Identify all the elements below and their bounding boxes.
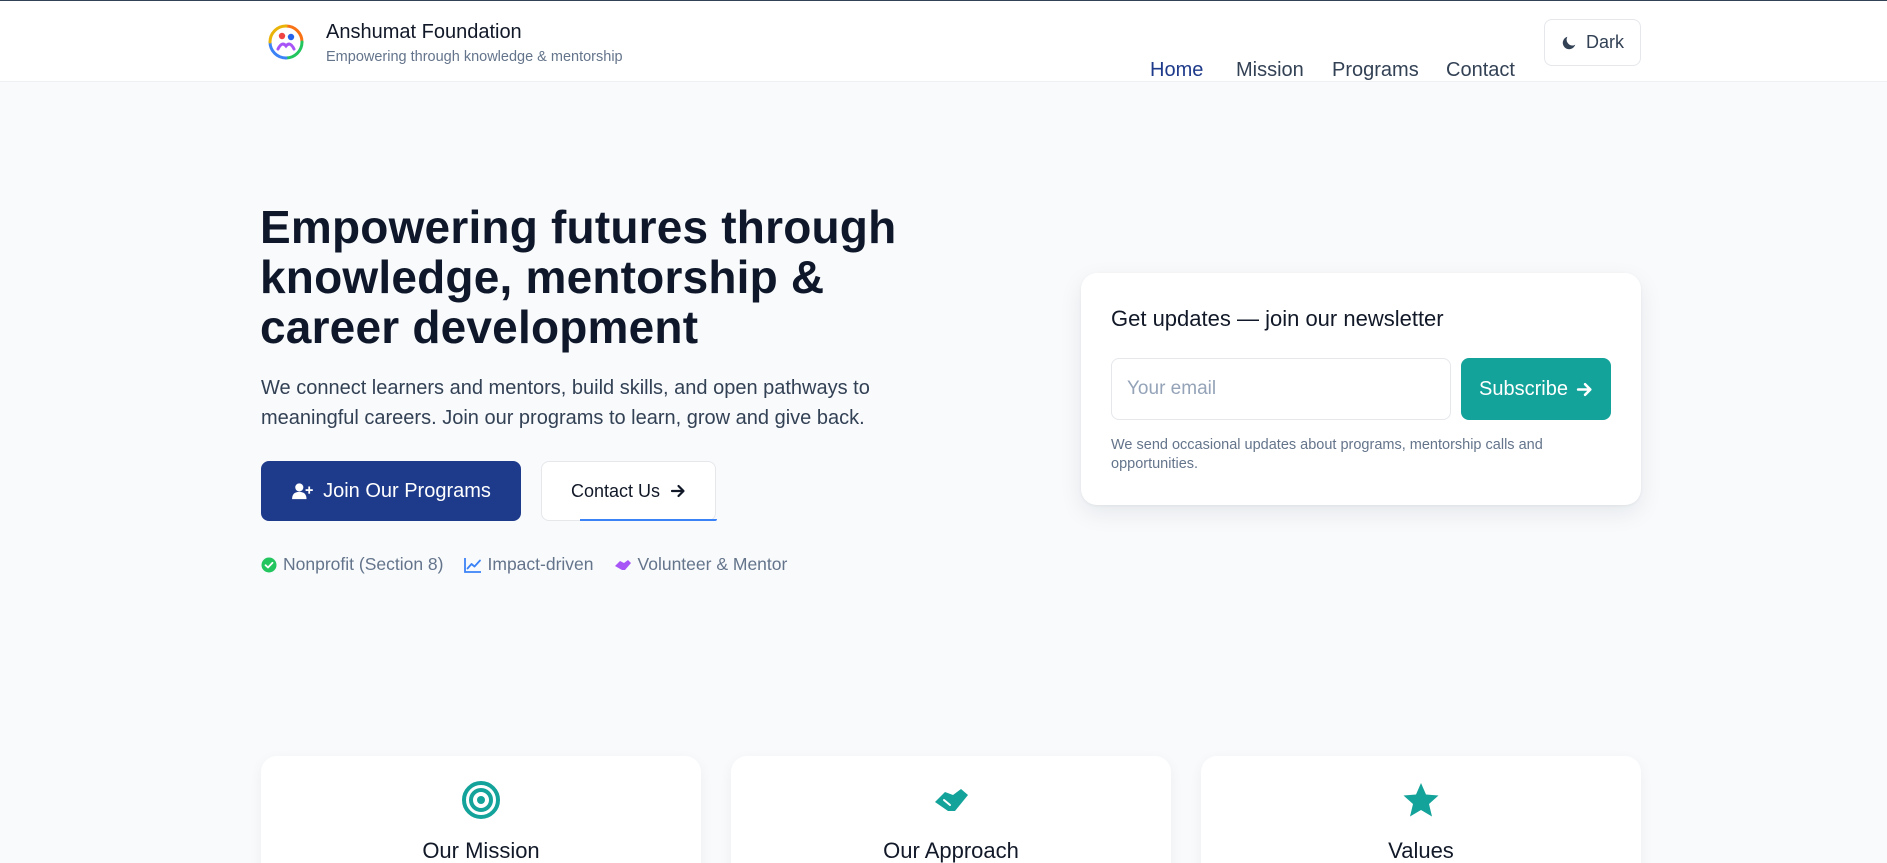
- feature-title-approach: Our Approach: [883, 838, 1019, 863]
- logo-icon[interactable]: [266, 22, 306, 62]
- chart-line-icon: [463, 557, 481, 573]
- nav-programs[interactable]: Programs: [1332, 59, 1419, 82]
- user-plus-icon: [292, 483, 313, 500]
- badge-volunteer: Volunteer & Mentor: [614, 554, 788, 575]
- feature-card-approach: Our Approach: [731, 756, 1171, 863]
- bullseye-icon: [462, 781, 500, 819]
- theme-toggle-label: Dark: [1585, 32, 1624, 52]
- feature-card-values: Values: [1201, 756, 1641, 863]
- hero-section: Empowering futures through knowledge, me…: [0, 82, 1887, 696]
- badge-impact: Impact-driven: [463, 554, 594, 575]
- feature-title-mission: Our Mission: [422, 838, 540, 863]
- subscribe-button[interactable]: Subscribe: [1461, 358, 1611, 420]
- newsletter-note: We send occasional updates about program…: [1111, 437, 1543, 472]
- brand-title[interactable]: Anshumat Foundation: [326, 21, 522, 44]
- newsletter-email-input[interactable]: [1111, 358, 1451, 420]
- theme-toggle-button[interactable]: Dark: [1544, 19, 1641, 66]
- site-header: Anshumat Foundation Empowering through k…: [0, 1, 1887, 82]
- nav-contact[interactable]: Contact: [1446, 59, 1515, 82]
- badge-volunteer-label: Volunteer & Mentor: [637, 554, 788, 574]
- star-icon: [1403, 783, 1439, 817]
- nav-home[interactable]: Home: [1150, 59, 1203, 82]
- hero-badges: Nonprofit (Section 8) Impact-driven Volu…: [261, 554, 787, 575]
- handshake-icon: [935, 789, 968, 811]
- features-section: Our Mission Our Approach Values: [0, 696, 1887, 863]
- nav-mission[interactable]: Mission: [1236, 59, 1304, 82]
- badge-impact-label: Impact-driven: [487, 554, 594, 574]
- arrow-right-icon: [670, 484, 685, 498]
- hero-subtitle: We connect learners and mentors, build s…: [261, 377, 870, 429]
- focus-underline: [580, 519, 717, 521]
- brand-tagline: Empowering through knowledge & mentorshi…: [326, 49, 623, 65]
- join-programs-button[interactable]: Join Our Programs: [261, 461, 521, 521]
- newsletter-card: Get updates — join our newsletter Subscr…: [1081, 273, 1641, 505]
- badge-nonprofit-label: Nonprofit (Section 8): [283, 554, 444, 574]
- moon-icon: [1562, 36, 1576, 50]
- contact-us-label: Contact Us: [570, 480, 661, 501]
- check-circle-icon: [261, 557, 277, 572]
- join-programs-label: Join Our Programs: [323, 479, 491, 502]
- feature-card-mission: Our Mission: [261, 756, 701, 863]
- subscribe-label: Subscribe: [1479, 377, 1568, 400]
- handshake-icon: [614, 559, 631, 570]
- hero-title: Empowering futures through knowledge, me…: [260, 201, 897, 353]
- contact-us-button[interactable]: Contact Us: [541, 461, 717, 521]
- newsletter-title: Get updates — join our newsletter: [1111, 306, 1444, 331]
- badge-nonprofit: Nonprofit (Section 8): [261, 554, 444, 575]
- arrow-right-icon: [1576, 382, 1592, 396]
- feature-title-values: Values: [1388, 838, 1454, 863]
